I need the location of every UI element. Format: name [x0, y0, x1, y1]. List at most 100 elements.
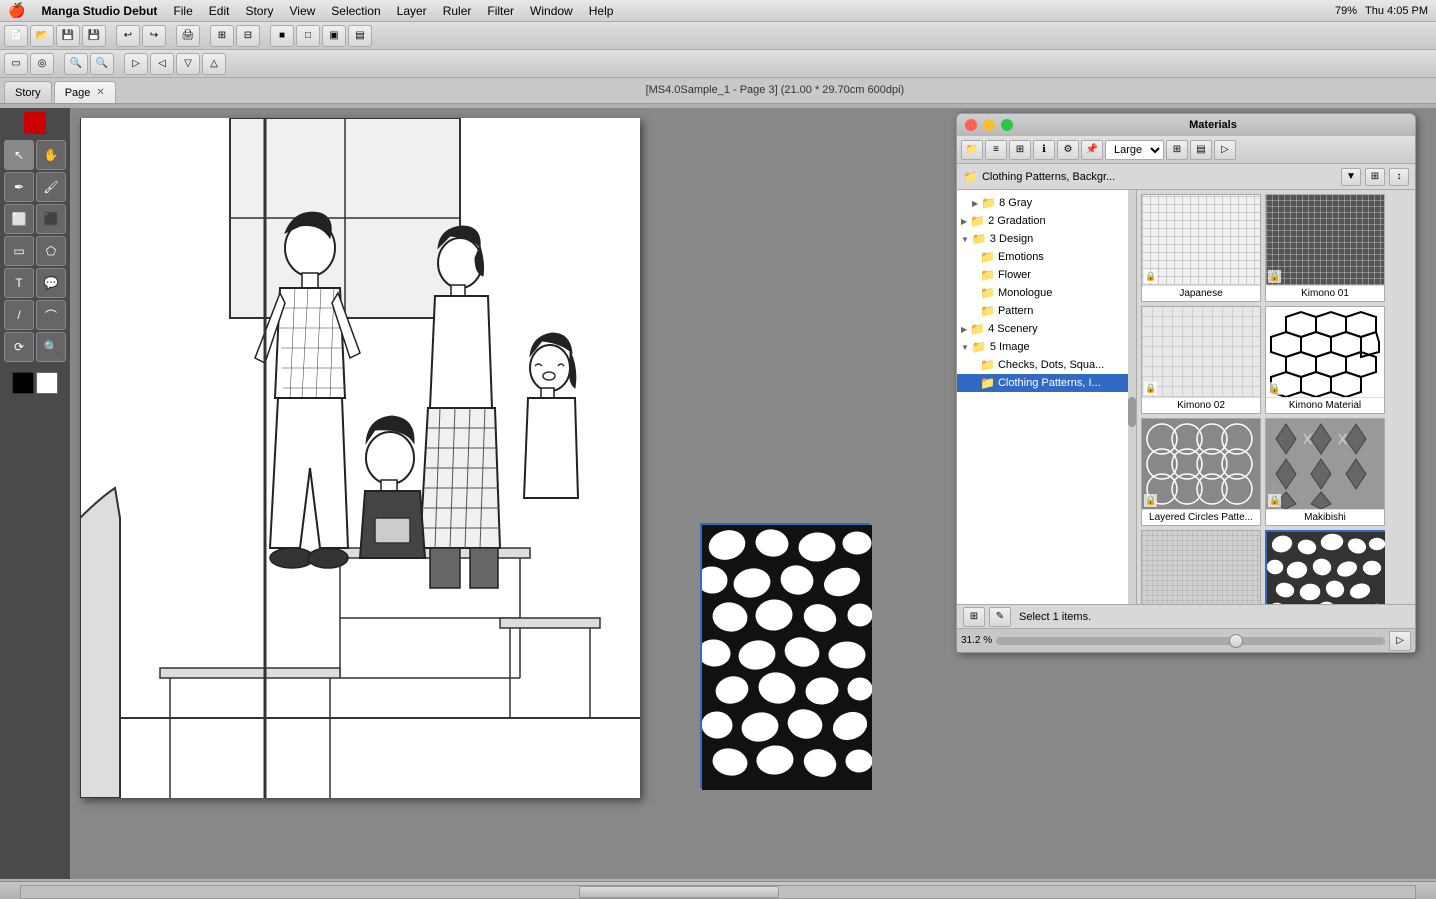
grid-item-layered-circles[interactable]: 🔒 Layered Circles Patte...: [1141, 418, 1261, 526]
menu-view[interactable]: View: [289, 4, 315, 18]
record-indicator[interactable]: [24, 112, 46, 134]
tb-grid2[interactable]: ⊟: [236, 25, 260, 47]
mat-tb-info[interactable]: ℹ: [1033, 140, 1055, 160]
mat-tb-list[interactable]: ≡: [985, 140, 1007, 160]
tool-select-rect[interactable]: ▭: [4, 236, 34, 266]
window-maximize-button[interactable]: [1001, 119, 1013, 131]
window-close-button[interactable]: [965, 119, 977, 131]
tool-fill[interactable]: ⬛: [36, 204, 66, 234]
tree-item-monologue[interactable]: 📁 Monologue: [957, 284, 1136, 302]
tb-new[interactable]: 📄: [4, 25, 28, 47]
tb2-select2[interactable]: ◎: [30, 53, 54, 75]
tree-item-gray[interactable]: ▶ 📁 8 Gray: [957, 194, 1136, 212]
tree-item-scenery[interactable]: ▶ 📁 4 Scenery: [957, 320, 1136, 338]
grid-item-kimono-material[interactable]: 🔒 Kimono Material: [1265, 306, 1385, 414]
menu-ruler[interactable]: Ruler: [443, 4, 472, 18]
menu-story[interactable]: Story: [245, 4, 273, 18]
scroll-thumb[interactable]: [579, 886, 779, 898]
tb-color3[interactable]: ▣: [322, 25, 346, 47]
tab-close-icon[interactable]: ✕: [96, 87, 104, 98]
mat-tb-pin[interactable]: 📌: [1081, 140, 1103, 160]
grid-item-mosaic-tile[interactable]: 🔒 Mosaic Tile: [1141, 530, 1261, 604]
tb-undo[interactable]: ↩: [116, 25, 140, 47]
mat-tb-grid[interactable]: ⊞: [1009, 140, 1031, 160]
grid-item-kimono02[interactable]: 🔒 Kimono 02: [1141, 306, 1261, 414]
tab-page[interactable]: Page ✕: [54, 81, 116, 103]
tree-item-gradation[interactable]: ▶ 📁 2 Gradation: [957, 212, 1136, 230]
grid-item-japanese[interactable]: 🔒 Japanese: [1141, 194, 1261, 302]
tool-pen[interactable]: ✒: [4, 172, 34, 202]
mat-size-dropdown[interactable]: Large: [1105, 140, 1164, 160]
horizontal-scrollbar[interactable]: [20, 885, 1416, 899]
path-dropdown[interactable]: ▼: [1341, 168, 1361, 186]
tree-item-emotions[interactable]: 📁 Emotions: [957, 248, 1136, 266]
mat-tb-settings[interactable]: ⚙: [1057, 140, 1079, 160]
tool-eraser[interactable]: ⬜: [4, 204, 34, 234]
window-minimize-button[interactable]: [983, 119, 995, 131]
tab-story[interactable]: Story: [4, 81, 52, 103]
menu-window[interactable]: Window: [530, 4, 573, 18]
menu-help[interactable]: Help: [589, 4, 614, 18]
zoom-expand-btn[interactable]: ▷: [1389, 631, 1411, 651]
tool-select-lasso[interactable]: ⬠: [36, 236, 66, 266]
grid-item-makibishi[interactable]: 🔒 Makibishi: [1265, 418, 1385, 526]
tool-hand[interactable]: ✋: [36, 140, 66, 170]
tools-panel: ↖ ✋ ✒ 🖌 ⬜ ⬛ ▭ ⬠ T 💬 / ⌒ ⟳ 🔍: [0, 108, 70, 879]
tb-save2[interactable]: 💾: [82, 25, 106, 47]
tb-color1[interactable]: ■: [270, 25, 294, 47]
zoom-thumb[interactable]: [1229, 634, 1243, 648]
tree-scroll-thumb[interactable]: [1128, 397, 1136, 427]
tb2-select1[interactable]: ▭: [4, 53, 28, 75]
tool-balloon[interactable]: 💬: [36, 268, 66, 298]
tb-save[interactable]: 💾: [56, 25, 80, 47]
menu-layer[interactable]: Layer: [397, 4, 427, 18]
menu-filter[interactable]: Filter: [487, 4, 514, 18]
tool-pointer[interactable]: ↖: [4, 140, 34, 170]
menu-file[interactable]: File: [173, 4, 192, 18]
tb2-v3[interactable]: ▽: [176, 53, 200, 75]
tb-color4[interactable]: ▤: [348, 25, 372, 47]
tb2-v1[interactable]: ▷: [124, 53, 148, 75]
tool-brush[interactable]: 🖌: [36, 172, 66, 202]
tb2-zoom-out[interactable]: 🔍: [90, 53, 114, 75]
path-collapse[interactable]: ↕: [1389, 168, 1409, 186]
zoom-slider[interactable]: [996, 637, 1385, 645]
tree-item-flower[interactable]: 📁 Flower: [957, 266, 1136, 284]
tool-text[interactable]: T: [4, 268, 34, 298]
tb-color2[interactable]: □: [296, 25, 320, 47]
background-color[interactable]: [36, 372, 58, 394]
tree-item-checks[interactable]: 📁 Checks, Dots, Squa...: [957, 356, 1136, 374]
tb2-v2[interactable]: ◁: [150, 53, 174, 75]
tb-open[interactable]: 📂: [30, 25, 54, 47]
tb-grid1[interactable]: ⊞: [210, 25, 234, 47]
mat-status-btn2[interactable]: ✎: [989, 607, 1011, 627]
tree-label: 5 Image: [990, 341, 1030, 353]
foreground-color[interactable]: [12, 372, 34, 394]
menu-selection[interactable]: Selection: [331, 4, 380, 18]
grid-item-mysterious-tiles[interactable]: 🔒 Mysterious Tiles-Haze: [1265, 530, 1385, 604]
mat-status-btn1[interactable]: ⊞: [963, 607, 985, 627]
grid-item-kimono01[interactable]: 🔒 Kimono 01: [1265, 194, 1385, 302]
app-name[interactable]: Manga Studio Debut: [41, 4, 157, 18]
tool-zoom[interactable]: 🔍: [36, 332, 66, 362]
tool-line[interactable]: /: [4, 300, 34, 330]
tree-item-design[interactable]: ▼ 📁 3 Design: [957, 230, 1136, 248]
tb2-v4[interactable]: △: [202, 53, 226, 75]
materials-content: ▶ 📁 8 Gray ▶ 📁 2 Gradation ▼ 📁 3 Design: [957, 190, 1415, 604]
mat-tb-folder[interactable]: 📁: [961, 140, 983, 160]
tree-scrollbar[interactable]: [1128, 190, 1136, 604]
tb-redo[interactable]: ↪: [142, 25, 166, 47]
tree-item-pattern[interactable]: 📁 Pattern: [957, 302, 1136, 320]
tb2-zoom-in[interactable]: 🔍: [64, 53, 88, 75]
apple-menu[interactable]: 🍎: [8, 2, 25, 19]
mat-tb-view1[interactable]: ⊞: [1166, 140, 1188, 160]
mat-tb-view3[interactable]: ▷: [1214, 140, 1236, 160]
path-expand[interactable]: ⊞: [1365, 168, 1385, 186]
tree-item-image[interactable]: ▼ 📁 5 Image: [957, 338, 1136, 356]
tree-item-clothing[interactable]: 📁 Clothing Patterns, I...: [957, 374, 1136, 392]
tool-rotate[interactable]: ⟳: [4, 332, 34, 362]
menu-edit[interactable]: Edit: [209, 4, 230, 18]
tb-print[interactable]: 🖨: [176, 25, 200, 47]
tool-curve[interactable]: ⌒: [36, 300, 66, 330]
mat-tb-view2[interactable]: ▤: [1190, 140, 1212, 160]
